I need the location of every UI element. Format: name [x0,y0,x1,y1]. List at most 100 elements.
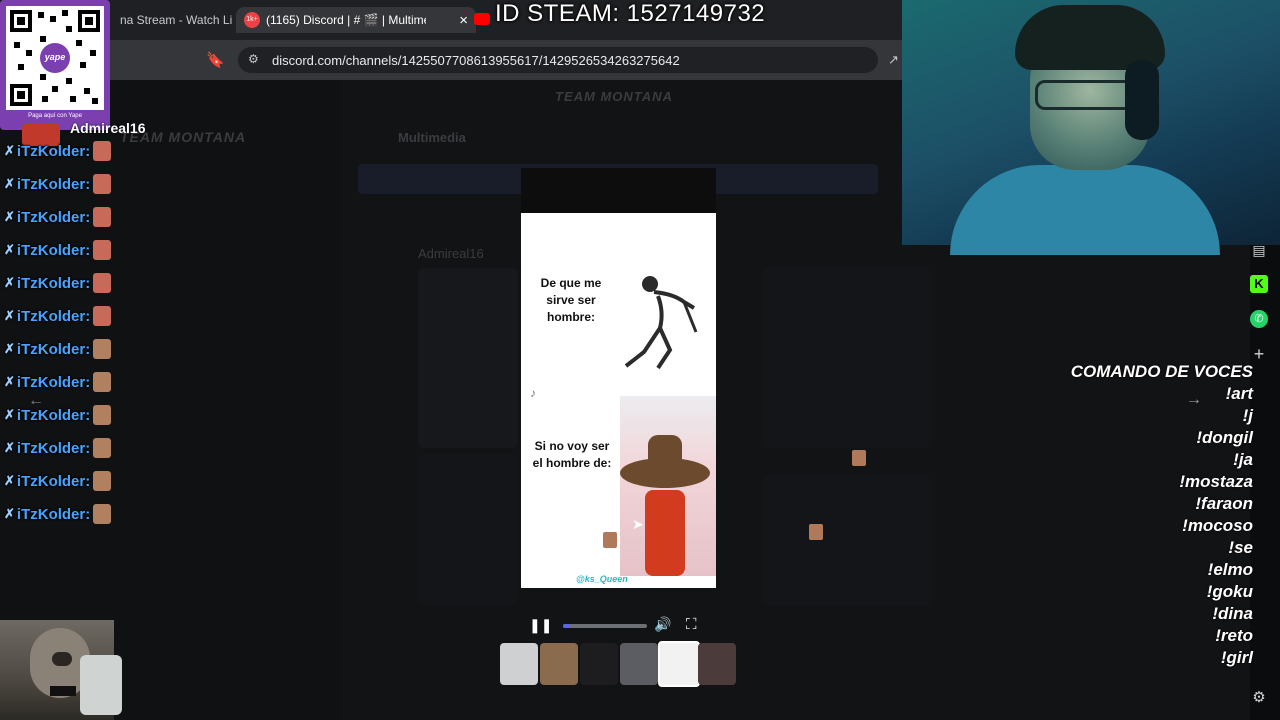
commands-title: COMANDO DE VOCES [1070,362,1253,381]
browser-tab-discord[interactable]: 1k+ (1165) Discord | # 🎬 | Multimedi × [236,7,476,33]
voice-command: !elmo [1207,560,1253,579]
cup-image [80,655,122,715]
floating-emote [852,450,866,466]
thumbnail[interactable] [698,643,736,685]
add-icon[interactable]: + [1250,345,1268,363]
message-author[interactable]: Admireal16 [418,246,484,261]
chat-username: iTzKolder: [16,340,91,358]
browser-tab-stream[interactable]: na Stream - Watch Li [112,7,238,33]
sword-badge-icon: ✗ [4,341,15,356]
sword-badge-icon: ✗ [4,242,15,257]
chat-emote [93,141,112,161]
voice-command: !mocoso [1182,516,1253,535]
url-text: discord.com/channels/1425507708613955617… [272,52,680,68]
tiktok-icon: ♪ [530,386,536,400]
chat-username: iTzKolder: [16,175,91,193]
bookmark-icon[interactable]: 🔖 [206,51,225,69]
chat-message: ✗ iTzKolder: [4,268,112,298]
floating-emote [603,532,617,548]
bowtie-icon [50,686,76,696]
chat-message: ✗ iTzKolder: [4,433,112,463]
meme-bottom-text: Si no voy ser el hombre de: [532,439,612,470]
chat-message: ✗ iTzKolder: [4,235,112,265]
tab-label: na Stream - Watch Li [120,13,233,27]
voice-command: !art [1225,384,1253,403]
sword-badge-icon: ✗ [4,506,15,521]
chat-emote [93,306,112,326]
chat-username: iTzKolder: [16,373,91,391]
sword-badge-icon: ✗ [4,209,15,224]
voice-command: !mostaza [1179,472,1253,491]
forward-arrow-icon[interactable]: → [1186,391,1208,411]
voice-command: !faraon [1195,494,1253,513]
chat-emote [93,438,112,458]
chat-message: ✗ iTzKolder: [4,466,112,496]
open-external-icon[interactable]: ↗ [888,52,902,68]
media-card[interactable] [418,268,518,448]
meme-top-text: De que me sirve ser hombre: [540,276,602,324]
floating-emote [809,524,823,540]
chat-message: ✗ iTzKolder: [4,400,112,430]
thumbnail[interactable] [500,643,538,685]
chat-message: ✗ iTzKolder: [4,136,112,166]
voice-command: !dongil [1196,428,1253,447]
qr-code: yape [6,6,104,110]
kick-icon[interactable]: K [1250,275,1268,293]
media-card[interactable] [418,454,518,604]
progress-track[interactable] [563,624,647,628]
sword-badge-icon: ✗ [4,176,15,191]
sword-badge-icon: ✗ [4,473,15,488]
youtube-tab-icon[interactable] [474,13,490,25]
chat-emote [93,207,112,227]
sword-badge-icon: ✗ [4,275,15,290]
yape-logo: yape [44,52,66,62]
fullscreen-icon[interactable]: ⛶ [686,616,704,634]
chat-message: ✗ iTzKolder: [4,367,112,397]
thumbnail[interactable] [540,643,578,685]
media-card[interactable] [762,476,932,606]
sword-badge-icon: ✗ [4,440,15,455]
thumbnail-selected[interactable] [658,641,700,687]
discord-tab-icon: 1k+ [244,12,260,28]
chat-emote [93,174,112,194]
voice-command: !ja [1233,450,1253,469]
qr-caption: Paga aquí con Yape [28,113,82,119]
chat-message: ✗ iTzKolder: [4,202,112,232]
tab-label: (1165) Discord | # 🎬 | Multimedi [266,13,426,27]
video-top-bar [521,168,716,213]
chat-message: ✗ iTzKolder: [4,301,112,331]
chat-message: ✗ iTzKolder: [4,499,112,529]
voice-command: !j [1242,406,1253,425]
chat-emote [93,471,112,491]
volume-icon[interactable]: 🔊 [654,616,671,634]
chat-username: iTzKolder: [16,142,91,160]
chat-username: iTzKolder: [16,505,91,523]
tab-close-icon[interactable]: × [459,12,468,29]
settings-gear-icon[interactable]: ⚙ [1250,689,1268,707]
chat-emote [93,339,112,359]
chat-message: ✗ iTzKolder: [4,169,112,199]
url-field[interactable]: ⚙ discord.com/channels/14255077086139556… [238,47,878,73]
witch-hat-top [648,435,682,465]
thumbnail[interactable] [580,643,618,685]
site-settings-icon[interactable]: ⚙ [248,52,259,66]
cosplay-dress [645,490,685,576]
thumbnail[interactable] [620,643,658,685]
sword-badge-icon: ✗ [4,374,15,389]
video-watermark: @ks_Queen [576,574,628,584]
pause-icon[interactable]: ❚❚ [529,617,552,635]
voice-command: !goku [1206,582,1253,601]
voice-command: !dina [1212,604,1253,623]
chat-emote [93,240,112,260]
chat-emote [93,405,112,425]
dog-nose [52,652,72,666]
media-card[interactable] [762,268,932,448]
chat-username: iTzKolder: [16,406,91,424]
whatsapp-icon[interactable]: ✆ [1250,310,1268,328]
chat-message: ✗ iTzKolder: [4,334,112,364]
inbox-icon[interactable]: ▤ [1250,241,1268,259]
chat-emote [93,273,112,293]
chat-username: iTzKolder: [16,274,91,292]
mouse-cursor-icon: ➤ [632,516,644,532]
steam-id-overlay: ID STEAM: 1527149732 [495,0,766,27]
